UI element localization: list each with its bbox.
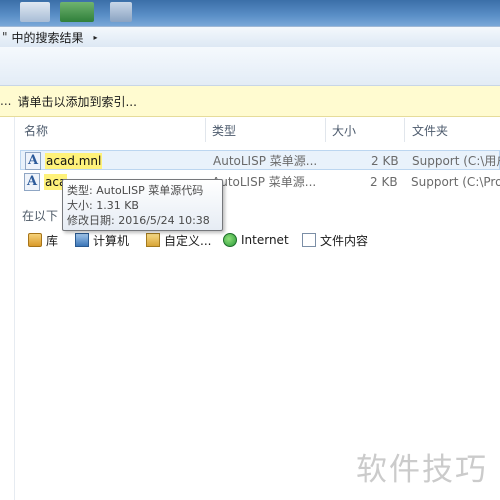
library-icon [28, 233, 42, 247]
taskbar-thumbnail[interactable] [110, 2, 132, 22]
column-header-size[interactable]: 大小 [332, 118, 356, 142]
column-divider[interactable] [404, 118, 405, 142]
computer-icon [75, 233, 89, 247]
explorer-window: " 中的搜索结果 ▸ ... 请单击以添加到索引... 名称 类型 大小 文件夹… [0, 0, 500, 500]
document-icon [302, 233, 316, 247]
taskbar-thumbnail[interactable] [20, 2, 50, 22]
search-location-file-contents[interactable]: 文件内容 [302, 231, 368, 249]
custom-folder-icon [146, 233, 160, 247]
window-top-chrome [0, 0, 500, 26]
address-bar[interactable]: " 中的搜索结果 ▸ [0, 26, 500, 48]
autolisp-file-icon: A [24, 173, 40, 191]
file-folder: Support (C:\Pro [411, 175, 500, 189]
tooltip-type: 类型: AutoLISP 菜单源代码 [67, 184, 204, 197]
column-divider[interactable] [205, 118, 206, 142]
autolisp-file-icon: A [25, 152, 41, 170]
list-left-edge [0, 117, 15, 500]
info-bar-message[interactable]: 请单击以添加到索引... [17, 93, 136, 110]
file-size: 2 KB [370, 175, 398, 189]
index-info-bar[interactable]: ... 请单击以添加到索引... [0, 86, 500, 117]
search-location-label: Internet [241, 233, 289, 247]
search-location-computer[interactable]: 计算机 [75, 231, 129, 249]
search-location-custom[interactable]: 自定义... [146, 231, 211, 249]
file-type: AutoLISP 菜单源... [213, 154, 318, 168]
tooltip-size: 大小: 1.31 KB [67, 199, 139, 212]
tooltip-modified-date: 修改日期: 2016/5/24 10:38 [67, 214, 210, 227]
taskbar-thumbnail[interactable] [60, 2, 94, 22]
file-folder: Support (C:\用户 [412, 154, 500, 168]
internet-icon [223, 233, 237, 247]
search-location-library[interactable]: 库 [28, 231, 58, 249]
search-location-internet[interactable]: Internet [223, 231, 289, 249]
file-row[interactable]: A acad.mnl AutoLISP 菜单源... 2 KB Support … [20, 150, 500, 170]
command-toolbar [0, 47, 500, 86]
file-type: AutoLISP 菜单源... [212, 175, 317, 189]
column-header-type[interactable]: 类型 [212, 118, 236, 142]
search-location-label: 计算机 [93, 233, 130, 248]
breadcrumb-chevron-icon[interactable]: ▸ [94, 33, 98, 42]
address-quote: " [2, 30, 8, 44]
search-location-label: 自定义... [164, 233, 212, 248]
search-location-label: 文件内容 [320, 233, 369, 248]
file-info-tooltip: 类型: AutoLISP 菜单源代码 大小: 1.31 KB 修改日期: 201… [62, 179, 223, 231]
search-location-label: 库 [46, 233, 59, 248]
breadcrumb-search-results[interactable]: 中的搜索结果 [12, 29, 84, 46]
column-header-name[interactable]: 名称 [24, 118, 48, 142]
watermark-text: 软件技巧 [356, 452, 488, 488]
file-size: 2 KB [371, 154, 399, 168]
search-again-label: 在以下 [22, 209, 59, 223]
column-divider[interactable] [325, 118, 326, 142]
file-name: acad.mnl [45, 153, 103, 169]
info-bar-ellipsis: ... [0, 94, 12, 108]
column-header-folder[interactable]: 文件夹 [412, 118, 448, 142]
